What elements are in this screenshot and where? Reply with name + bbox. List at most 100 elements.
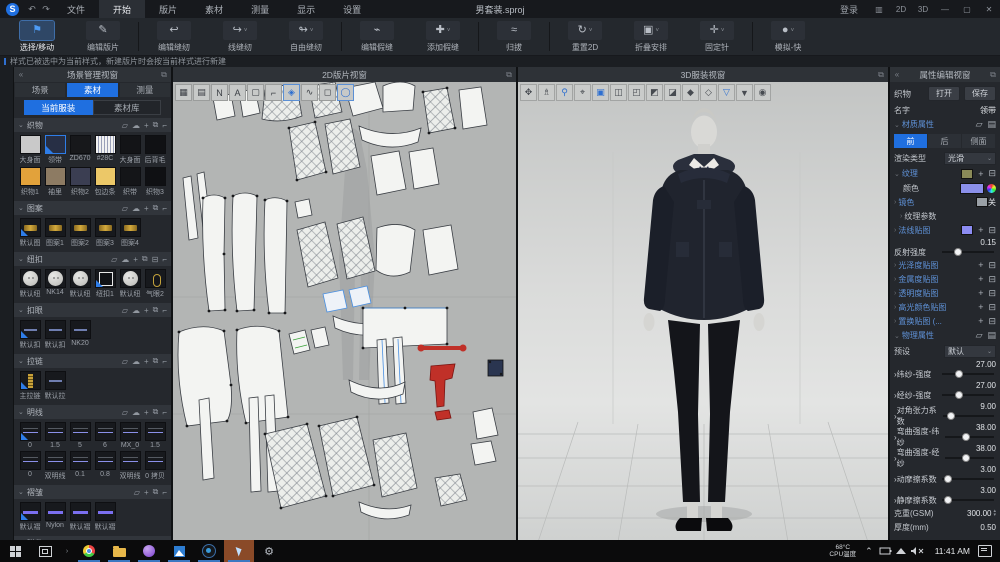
mesh-view-icon[interactable]: ◩ — [646, 84, 663, 101]
dropdown-caret-icon[interactable]: ˅ — [589, 28, 593, 34]
delete-map-icon[interactable]: ⊟ — [988, 260, 996, 271]
surface-tab-前[interactable]: 前 — [894, 134, 927, 148]
folder-icon[interactable]: ▱ — [122, 121, 128, 130]
material-item-图案1[interactable]: 图案1 — [43, 218, 67, 248]
slider-knob[interactable] — [944, 475, 952, 483]
copy-icon[interactable]: ⧉ — [153, 203, 159, 213]
dropdown-caret-icon[interactable]: ˅ — [655, 28, 659, 34]
slider-knob[interactable] — [944, 496, 952, 504]
material-item-默认褶[interactable]: 默认褶 — [93, 502, 117, 532]
popout-3d-icon[interactable]: ⧉ — [874, 70, 888, 80]
lasso-icon[interactable]: ◯ — [337, 84, 354, 101]
delete-map-icon[interactable]: ⊟ — [988, 225, 996, 236]
color-picker-icon[interactable] — [987, 184, 996, 193]
copy-icon[interactable]: ⧉ — [153, 356, 159, 366]
delete-map-icon[interactable]: ⊟ — [988, 274, 996, 285]
tray-icons[interactable] — [879, 545, 925, 557]
slider-knob[interactable] — [947, 412, 955, 420]
garment-icon[interactable]: ◈ — [283, 84, 300, 101]
folder-icon[interactable]: ▱ — [976, 119, 983, 130]
layout-button-1[interactable]: 2D — [890, 0, 912, 18]
corner-icon[interactable]: ⌐ — [162, 121, 167, 130]
material-item-0.8[interactable]: 0.8 — [93, 451, 117, 481]
material-item-NK20[interactable]: NK20 — [68, 320, 92, 350]
folder-icon[interactable]: ▱ — [111, 255, 117, 264]
task-view-button[interactable] — [30, 540, 60, 562]
material-item-1.5[interactable]: 1.5 — [143, 422, 167, 449]
popout-icon[interactable]: ⧉ — [157, 70, 171, 80]
magnet-icon[interactable]: ▣ — [592, 84, 609, 101]
undo-icon[interactable]: ↶ — [25, 4, 39, 15]
corner-icon[interactable]: ⌐ — [162, 306, 167, 315]
fabric-view-icon[interactable]: ◫ — [610, 84, 627, 101]
folder-icon[interactable]: ▱ — [122, 204, 128, 213]
menu-开始[interactable]: 开始 — [99, 0, 145, 18]
tool-归拔[interactable]: ≈归拔 — [481, 18, 547, 55]
cloud-icon[interactable]: ☁ — [121, 255, 129, 264]
surface-tab-后[interactable]: 后 — [928, 134, 961, 148]
delete-map-icon[interactable]: ⊟ — [988, 288, 996, 299]
texture-section[interactable]: ⌄纹理+⊟ — [894, 166, 996, 181]
plus-icon[interactable]: + — [144, 488, 149, 497]
taskbar-app-photos[interactable] — [164, 540, 194, 562]
material-item-领带[interactable]: 领带 — [43, 135, 67, 165]
slider-track[interactable] — [942, 394, 994, 396]
material-item-纽扣1[interactable]: 纽扣1 — [93, 269, 117, 299]
slider-track[interactable] — [942, 251, 994, 253]
pin-tool-icon[interactable]: ⚲ — [556, 84, 573, 101]
corner-icon[interactable]: ⌐ — [162, 204, 167, 213]
folder-icon[interactable]: ▱ — [122, 408, 128, 417]
subtab-素材库[interactable]: 素材库 — [93, 100, 162, 115]
folder-icon[interactable]: ▱ — [122, 357, 128, 366]
save-icon[interactable]: ▤ — [987, 119, 996, 130]
delete-map-icon[interactable]: ⊟ — [988, 316, 996, 327]
toggle-row-镜色[interactable]: ›镜色关 — [894, 195, 996, 209]
material-item-大身面[interactable]: 大身面 — [118, 135, 142, 165]
tool-编辑版片[interactable]: ✎编辑版片 — [70, 18, 136, 55]
map-row-法线贴图[interactable]: ›法线贴图+⊟ — [894, 223, 996, 237]
copy-icon[interactable]: ⧉ — [153, 407, 159, 417]
add-map-icon[interactable]: + — [978, 288, 983, 298]
taskbar-app-settings[interactable]: ⚙ — [254, 540, 284, 562]
annotate-tool-icon[interactable]: A — [229, 84, 246, 101]
notch-tool-icon[interactable]: N — [211, 84, 228, 101]
popout-properties-icon[interactable]: ⧉ — [986, 70, 1000, 80]
map-swatch[interactable] — [961, 225, 973, 235]
map-row-高光颜色贴图[interactable]: ›高光颜色贴图+⊟ — [894, 300, 996, 314]
slider-track[interactable] — [943, 415, 994, 417]
collapse-caret-icon[interactable]: ⌄ — [18, 121, 24, 129]
section-物理属性[interactable]: ⌄物理属性▱▤ — [894, 328, 996, 343]
menu-文件[interactable]: 文件 — [53, 0, 99, 18]
cloud-icon[interactable]: ☁ — [132, 306, 140, 315]
dropdown-渲染类型[interactable]: 光滑⌄ — [944, 152, 996, 165]
delete-texture-icon[interactable]: ⊟ — [988, 168, 996, 179]
pattern-block-icon[interactable]: ◻ — [319, 84, 336, 101]
collapse-caret-icon[interactable]: ⌄ — [18, 204, 24, 212]
material-item-气眼2[interactable]: 气眼2 — [143, 269, 167, 299]
tab-场景[interactable]: 场景 — [15, 83, 65, 97]
material-item-双明线[interactable]: 双明线 — [43, 451, 67, 481]
material-item-默认拉[interactable]: 默认拉 — [43, 371, 67, 401]
folder-icon[interactable]: ▱ — [122, 306, 128, 315]
material-item-织物2[interactable]: 织物2 — [68, 167, 92, 197]
plus-icon[interactable]: + — [144, 121, 149, 130]
taskbar-chevron-icon[interactable]: › — [60, 540, 74, 562]
sewing-line-icon[interactable]: ∿ — [301, 84, 318, 101]
plus-icon[interactable]: + — [133, 255, 138, 264]
render-icon[interactable]: ◉ — [754, 84, 771, 101]
section-header-褶皱[interactable]: ⌄褶皱▱+⧉⌐ — [14, 485, 171, 499]
tool-添加假缝[interactable]: ✚˅添加假缝 — [410, 18, 476, 55]
slider-knob[interactable] — [962, 454, 970, 462]
material-item-默认褶[interactable]: 默认褶 — [18, 502, 42, 532]
thickness-icon[interactable]: ◇ — [700, 84, 717, 101]
material-item-0[interactable]: 0 — [18, 422, 42, 449]
material-item-默认扣[interactable]: 默认扣 — [43, 320, 67, 350]
cloud-icon[interactable]: ☁ — [132, 357, 140, 366]
material-item-主拉链[interactable]: 主拉链 — [18, 371, 42, 401]
menu-素材[interactable]: 素材 — [191, 0, 237, 18]
map-row-置换贴图 (...[interactable]: ›置换贴图 (...+⊟ — [894, 314, 996, 328]
section-header-图案[interactable]: ⌄图案▱☁+⧉⌐ — [14, 201, 171, 215]
tool-编辑假缝[interactable]: ⌁编辑假缝 — [344, 18, 410, 55]
fit-map-icon[interactable]: ◆ — [682, 84, 699, 101]
taskbar-app-chrome[interactable] — [74, 540, 104, 562]
